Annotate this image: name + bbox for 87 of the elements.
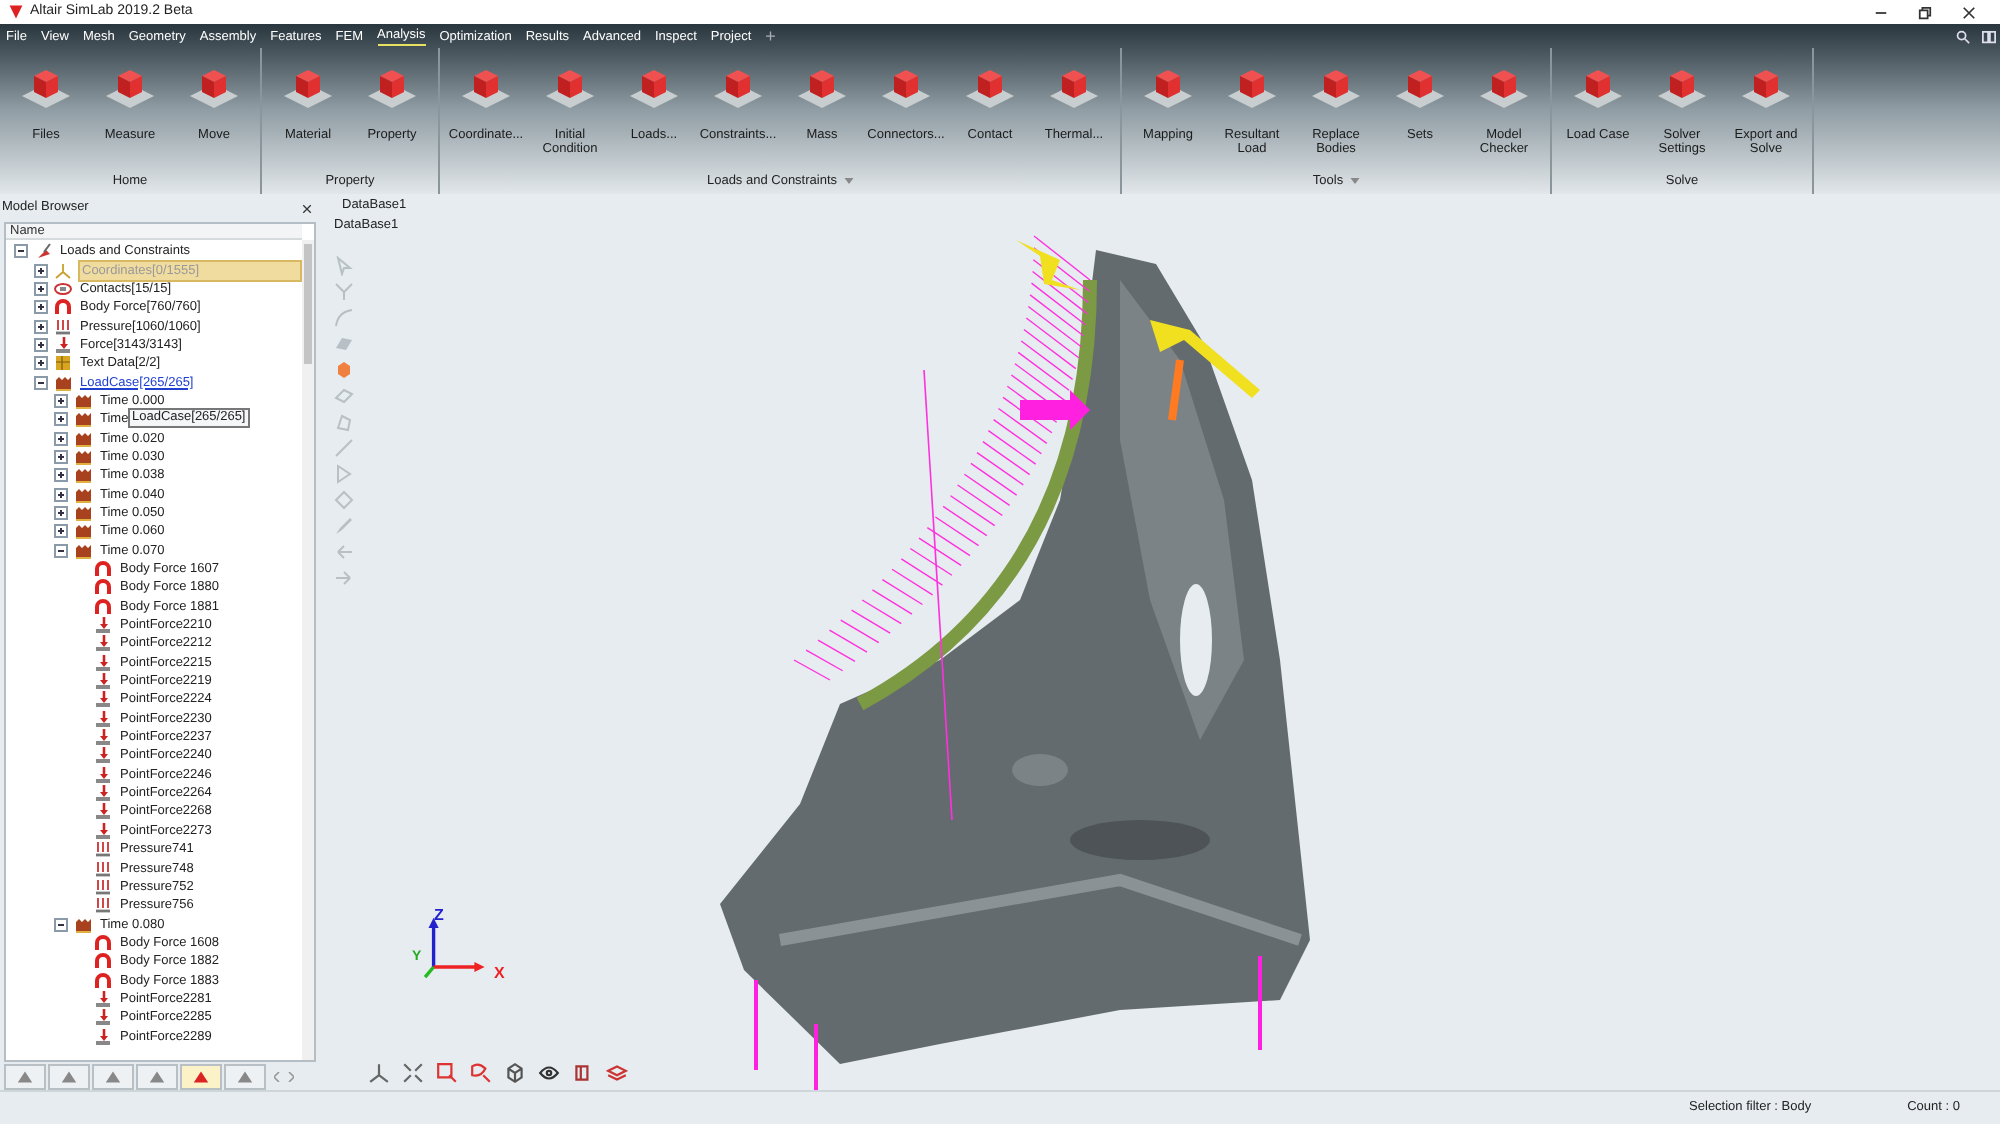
cube-icon[interactable] bbox=[504, 1062, 526, 1084]
scrollbar[interactable] bbox=[302, 240, 314, 1060]
arrow-icon bbox=[94, 802, 112, 821]
pressure-icon bbox=[54, 317, 72, 336]
expand-toggle[interactable] bbox=[34, 319, 48, 334]
arrow-icon bbox=[94, 821, 112, 840]
expand-toggle[interactable] bbox=[54, 468, 68, 483]
browser-tab[interactable] bbox=[48, 1064, 90, 1090]
magnet-icon bbox=[54, 298, 72, 317]
caret-icon[interactable] bbox=[1349, 178, 1360, 184]
zoom-icon[interactable] bbox=[470, 1062, 492, 1084]
browser-tab[interactable] bbox=[136, 1064, 178, 1090]
close-icon[interactable] bbox=[302, 203, 312, 213]
axis-triad-icon bbox=[420, 916, 488, 984]
arrow-icon bbox=[54, 335, 72, 354]
loads-icon bbox=[74, 915, 92, 934]
triangle-icon bbox=[104, 1068, 122, 1086]
search-icon[interactable] bbox=[1956, 29, 1970, 43]
section-icon[interactable] bbox=[572, 1062, 594, 1084]
triangle-icon bbox=[192, 1068, 210, 1086]
expand-toggle[interactable] bbox=[54, 524, 68, 539]
expand-toggle[interactable] bbox=[54, 917, 68, 932]
arrow-icon bbox=[94, 746, 112, 765]
expand-toggle[interactable] bbox=[14, 244, 28, 259]
expand-toggle[interactable] bbox=[34, 300, 48, 315]
arrow-icon bbox=[94, 616, 112, 635]
arrow-icon bbox=[94, 989, 112, 1008]
zoom-icon[interactable] bbox=[436, 1062, 458, 1084]
arrow-icon bbox=[94, 672, 112, 691]
loads-icon bbox=[74, 466, 92, 485]
expand-toggle[interactable] bbox=[34, 281, 48, 296]
eye-icon[interactable] bbox=[538, 1062, 560, 1084]
loads-icon bbox=[74, 503, 92, 522]
arrow-icon bbox=[94, 653, 112, 672]
browser-tab[interactable] bbox=[224, 1064, 266, 1090]
loads-icon bbox=[74, 485, 92, 504]
arrow-icon bbox=[94, 765, 112, 784]
expand-toggle[interactable] bbox=[54, 487, 68, 502]
loads-icon bbox=[74, 391, 92, 410]
book-icon[interactable] bbox=[1982, 29, 1996, 43]
axes-icon[interactable] bbox=[368, 1062, 390, 1084]
browser-tab[interactable] bbox=[92, 1064, 134, 1090]
expand-toggle[interactable] bbox=[54, 449, 68, 464]
expand-toggle[interactable] bbox=[54, 543, 68, 558]
table-icon bbox=[54, 354, 72, 373]
arrow-icon bbox=[94, 690, 112, 709]
arrow-icon bbox=[94, 634, 112, 653]
loads-icon bbox=[74, 522, 92, 541]
pressure-icon bbox=[94, 840, 112, 859]
axis-label: X bbox=[494, 962, 505, 986]
expand-toggle[interactable] bbox=[34, 356, 48, 371]
browser-tab[interactable] bbox=[4, 1064, 46, 1090]
contact-icon bbox=[54, 279, 72, 298]
add-tab-button[interactable]: + bbox=[765, 27, 776, 45]
loads-icon bbox=[74, 410, 92, 429]
triangle-icon bbox=[236, 1068, 254, 1086]
arrow-icon bbox=[94, 1008, 112, 1027]
arrow-icon bbox=[94, 728, 112, 747]
expand-toggle[interactable] bbox=[54, 393, 68, 408]
expand-toggle[interactable] bbox=[54, 412, 68, 427]
loads-icon bbox=[74, 541, 92, 560]
pressure-icon bbox=[94, 877, 112, 896]
close-icon[interactable] bbox=[1962, 5, 1976, 19]
fit-icon[interactable] bbox=[402, 1062, 424, 1084]
app-logo-icon bbox=[8, 4, 24, 20]
expand-toggle[interactable] bbox=[54, 431, 68, 446]
expand-toggle[interactable] bbox=[54, 505, 68, 520]
loads-icon bbox=[74, 447, 92, 466]
expand-toggle[interactable] bbox=[34, 337, 48, 352]
pin-icon bbox=[34, 242, 52, 261]
arrow-icon bbox=[94, 1027, 112, 1046]
triangle-icon bbox=[60, 1068, 78, 1086]
axis-label: Z bbox=[434, 904, 444, 928]
axes-icon bbox=[54, 261, 72, 280]
expand-toggle[interactable] bbox=[34, 263, 48, 278]
browser-tab[interactable] bbox=[180, 1064, 222, 1090]
arrow-icon bbox=[94, 709, 112, 728]
restore-icon[interactable] bbox=[1918, 5, 1932, 19]
pressure-icon bbox=[94, 896, 112, 915]
expand-toggle[interactable] bbox=[34, 375, 48, 390]
pressure-icon bbox=[94, 859, 112, 878]
caret-icon[interactable] bbox=[843, 178, 854, 184]
triangle-icon bbox=[148, 1068, 166, 1086]
loads-icon bbox=[54, 373, 72, 392]
triangle-icon bbox=[16, 1068, 34, 1086]
loads-icon bbox=[74, 429, 92, 448]
arrow-icon bbox=[94, 784, 112, 803]
